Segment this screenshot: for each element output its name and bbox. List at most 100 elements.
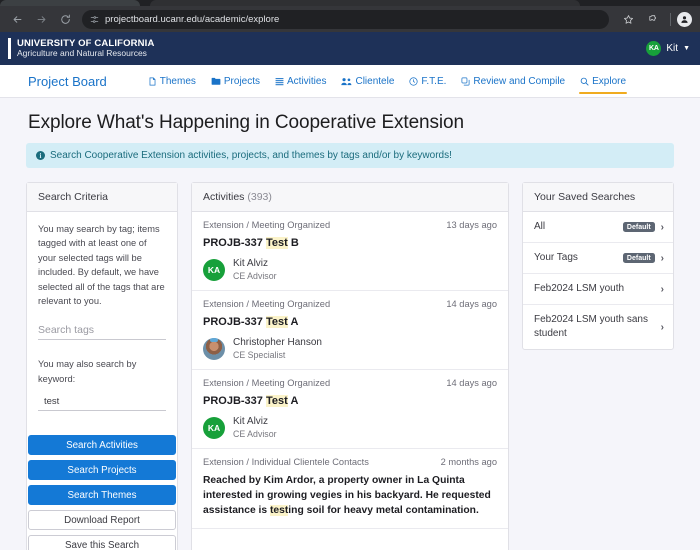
list-item[interactable]: Extension / Meeting Organized 13 days ag… bbox=[192, 212, 508, 291]
list-icon bbox=[275, 77, 284, 86]
activity-title-plain: PROJB-337 bbox=[203, 316, 266, 328]
page-title: Explore What's Happening in Cooperative … bbox=[26, 98, 674, 143]
person-name: Christopher Hanson bbox=[233, 337, 322, 348]
search-activities-button[interactable]: Search Activities bbox=[28, 435, 176, 455]
avatar: KA bbox=[203, 417, 225, 439]
saved-searches-heading: Your Saved Searches bbox=[523, 183, 673, 212]
list-item[interactable]: Extension / Meeting Organized 14 days ag… bbox=[192, 291, 508, 370]
address-bar-url[interactable]: projectboard.ucanr.edu/academic/explore bbox=[105, 14, 279, 25]
nav-item-review-and-compile[interactable]: Review and Compile bbox=[460, 65, 566, 97]
activity-time: 14 days ago bbox=[446, 299, 497, 309]
search-criteria-help-text: You may search by tag; items tagged with… bbox=[38, 222, 166, 308]
saved-search-row-feb2024-lsm-youth[interactable]: Feb2024 LSM youth › bbox=[523, 274, 673, 305]
browser-nav-bar: projectboard.ucanr.edu/academic/explore bbox=[0, 6, 700, 32]
activity-body-after: ing soil for heavy metal contamination. bbox=[288, 505, 479, 516]
keyword-help-text: You may also search by keyword: bbox=[38, 357, 166, 386]
user-name-label: Kit bbox=[666, 43, 678, 54]
activity-kind: Extension / Meeting Organized bbox=[203, 299, 330, 309]
info-banner-text: Search Cooperative Extension activities,… bbox=[50, 150, 452, 161]
saved-search-label: Feb2024 LSM youth bbox=[534, 282, 655, 296]
nav-links: Themes Projects Activities Clientele F.T bbox=[147, 65, 627, 97]
uc-anr-logo[interactable]: UNIVERSITY OF CALIFORNIA Agriculture and… bbox=[8, 38, 155, 59]
activity-person: KA Kit Alviz CE Advisor bbox=[203, 416, 497, 439]
person-role: CE Specialist bbox=[233, 350, 322, 360]
person-name: Kit Alviz bbox=[233, 416, 277, 427]
saved-search-label: All bbox=[534, 220, 617, 234]
address-bar[interactable]: projectboard.ucanr.edu/academic/explore bbox=[82, 10, 609, 29]
chevron-down-icon[interactable]: ▼ bbox=[683, 45, 690, 52]
search-tags-input[interactable]: Search tags bbox=[38, 324, 166, 340]
person-role: CE Advisor bbox=[233, 429, 277, 439]
nav-item-explore[interactable]: Explore bbox=[579, 65, 627, 97]
browser-tab-secondary[interactable] bbox=[150, 0, 580, 6]
logo-bar bbox=[8, 38, 11, 59]
nav-item-projects[interactable]: Projects bbox=[210, 65, 261, 97]
search-actions: Search Activities Search Projects Search… bbox=[27, 435, 177, 550]
status-badge: Default bbox=[623, 222, 655, 232]
search-criteria-card: Search Criteria You may search by tag; i… bbox=[26, 182, 178, 550]
avatar bbox=[203, 338, 225, 360]
forward-arrow-icon[interactable] bbox=[30, 8, 52, 30]
status-badge: Default bbox=[623, 253, 655, 263]
nav-label-clientele: Clientele bbox=[355, 76, 394, 87]
chevron-right-icon[interactable]: › bbox=[661, 253, 664, 264]
list-item[interactable]: Extension / Individual Clientele Contact… bbox=[192, 449, 508, 529]
activity-time: 14 days ago bbox=[446, 378, 497, 388]
nav-label-themes: Themes bbox=[160, 76, 196, 87]
document-icon bbox=[148, 77, 157, 86]
copy-icon bbox=[461, 77, 470, 86]
nav-item-activities[interactable]: Activities bbox=[274, 65, 327, 97]
activity-kind: Extension / Meeting Organized bbox=[203, 378, 330, 388]
person-role: CE Advisor bbox=[233, 271, 277, 281]
activity-person: KA Kit Alviz CE Advisor bbox=[203, 258, 497, 281]
content-columns: Search Criteria You may search by tag; i… bbox=[26, 182, 674, 550]
nav-label-fte: F.T.E. bbox=[421, 76, 446, 87]
activity-title-tail: A bbox=[288, 395, 299, 407]
download-report-button[interactable]: Download Report bbox=[28, 510, 176, 530]
profile-avatar-icon[interactable] bbox=[677, 12, 692, 27]
info-icon: i bbox=[36, 151, 45, 160]
chevron-right-icon[interactable]: › bbox=[661, 322, 664, 333]
chevron-right-icon[interactable]: › bbox=[661, 284, 664, 295]
nav-item-fte[interactable]: F.T.E. bbox=[408, 65, 447, 97]
clock-icon bbox=[409, 77, 418, 86]
user-menu[interactable]: KA Kit ▼ bbox=[646, 41, 690, 56]
saved-search-label: Your Tags bbox=[534, 251, 617, 265]
keyword-input[interactable]: test bbox=[38, 396, 166, 411]
activity-time: 13 days ago bbox=[446, 220, 497, 230]
activity-person: Christopher Hanson CE Specialist bbox=[203, 337, 497, 360]
search-themes-button[interactable]: Search Themes bbox=[28, 485, 176, 505]
saved-search-row-feb2024-lsm-youth-sans-student[interactable]: Feb2024 LSM youth sans student › bbox=[523, 305, 673, 349]
activity-title-tail: A bbox=[288, 316, 299, 328]
chevron-right-icon[interactable]: › bbox=[661, 222, 664, 233]
browser-chrome: projectboard.ucanr.edu/academic/explore bbox=[0, 0, 700, 32]
people-icon bbox=[341, 77, 352, 86]
folder-icon bbox=[211, 77, 221, 86]
tune-icon[interactable] bbox=[90, 15, 99, 24]
nav-item-clientele[interactable]: Clientele bbox=[340, 65, 395, 97]
person-name: Kit Alviz bbox=[233, 258, 277, 269]
activity-kind: Extension / Individual Clientele Contact… bbox=[203, 457, 369, 467]
saved-search-row-all[interactable]: All Default › bbox=[523, 212, 673, 243]
activity-title-highlight: Test bbox=[266, 395, 288, 407]
puzzle-icon[interactable] bbox=[642, 8, 664, 30]
saved-searches-card: Your Saved Searches All Default › Your T… bbox=[522, 182, 674, 350]
reload-icon[interactable] bbox=[54, 8, 76, 30]
nav-label-activities: Activities bbox=[287, 76, 326, 87]
back-arrow-icon[interactable] bbox=[6, 8, 28, 30]
browser-tab-active[interactable] bbox=[0, 0, 140, 6]
search-projects-button[interactable]: Search Projects bbox=[28, 460, 176, 480]
activity-title: PROJB-337 Test A bbox=[203, 395, 497, 407]
list-item[interactable]: Extension / Meeting Organized 14 days ag… bbox=[192, 370, 508, 449]
star-icon[interactable] bbox=[617, 8, 639, 30]
activity-title-plain: PROJB-337 bbox=[203, 237, 266, 249]
save-this-search-button[interactable]: Save this Search bbox=[28, 535, 176, 550]
saved-search-label: Feb2024 LSM youth sans student bbox=[534, 313, 655, 341]
activity-title: PROJB-337 Test A bbox=[203, 316, 497, 328]
activities-heading-label: Activities bbox=[203, 191, 244, 203]
nav-item-themes[interactable]: Themes bbox=[147, 65, 197, 97]
activities-list: Extension / Meeting Organized 13 days ag… bbox=[192, 212, 508, 529]
app-title[interactable]: Project Board bbox=[28, 65, 107, 97]
activity-kind: Extension / Meeting Organized bbox=[203, 220, 330, 230]
saved-search-row-your-tags[interactable]: Your Tags Default › bbox=[523, 243, 673, 274]
